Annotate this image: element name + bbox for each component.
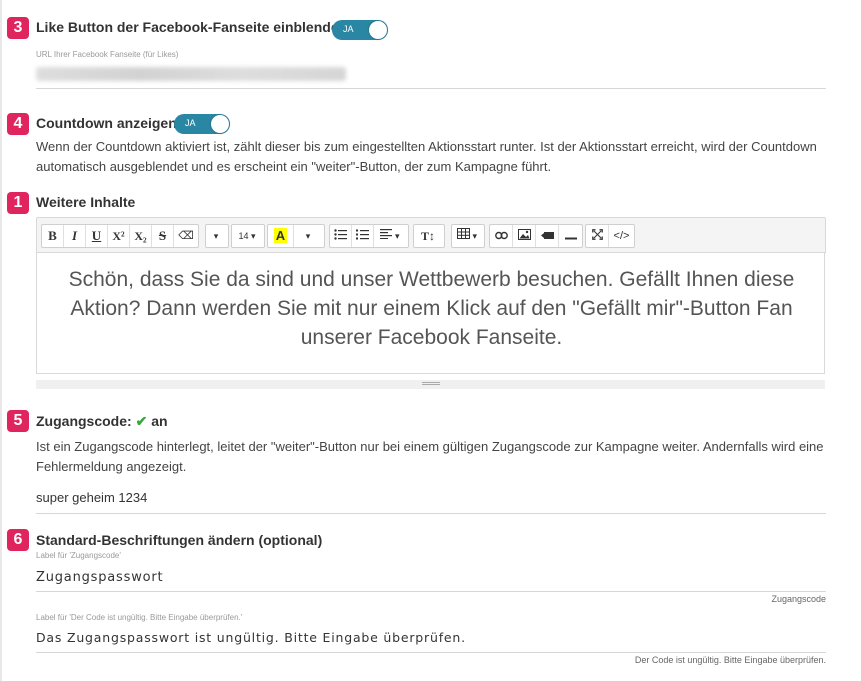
chevron-down-icon: ▾ [213,231,219,241]
invalid-code-input[interactable]: Das Zugangspasswort ist ungültig. Bitte … [36,630,466,645]
editor-toolbar: B I U X² X₂ S ⌫ ▾ 14 ▾ A ▾ ▾ T↕ ▾ </> [36,217,826,253]
font-size-icon: 14 ▾ [238,231,256,241]
rich-text-editor: B I U X² X₂ S ⌫ ▾ 14 ▾ A ▾ ▾ T↕ ▾ </> Sc… [36,217,826,389]
url-value-blurred [36,67,346,81]
strikethrough-icon[interactable]: S [152,225,174,247]
align-icon[interactable]: ▾ [374,225,406,247]
horizontal-rule-icon[interactable] [559,225,582,247]
toggle-label: JA [185,118,196,128]
ordered-list-icon[interactable] [352,225,374,247]
table-icon: ▾ [452,225,482,247]
field1-label: Label für 'Zugangscode' [36,551,121,560]
more-content-title: Weitere Inhalte [36,194,136,210]
like-toggle[interactable]: JA [332,20,388,40]
access-code-underline [36,513,826,514]
highlight-swatch: A [273,228,288,243]
underline-icon[interactable]: U [86,225,108,247]
insert-group [489,224,583,248]
editor-content-area[interactable]: Schön, dass Sie da sind und unser Wettbe… [36,252,825,374]
countdown-description: Wenn der Countdown aktiviert ist, zählt … [36,139,817,174]
url-input-underline[interactable] [36,88,826,89]
bold-icon[interactable]: B [42,225,64,247]
like-button-title: Like Button der Facebook-Fanseite einble… [36,19,348,35]
access-code-input[interactable]: super geheim 1234 [36,490,147,505]
editor-content-text: Schön, dass Sie da sind und unser Wettbe… [68,268,795,349]
table-dropdown[interactable]: ▾ [451,224,485,248]
line-height-icon: T↕ [420,229,435,243]
paragraph-group: ▾ [329,224,409,248]
superscript-icon[interactable]: X² [108,225,130,247]
link-icon[interactable] [490,225,513,247]
access-code-status: an [151,413,168,429]
code-view-icon[interactable]: </> [609,225,634,247]
access-code-description: Ist ein Zugangscode hinterlegt, leitet d… [36,439,824,474]
step-badge: 5 [7,410,29,432]
chevron-down-icon[interactable]: ▾ [294,225,322,247]
view-group: </> [585,224,635,248]
image-icon[interactable] [513,225,536,247]
field2-label: Label für 'Der Code ist ungültig. Bitte … [36,613,243,622]
color-group: A ▾ [267,224,325,248]
font-size-value: 14 [238,231,249,241]
access-code-label: Zugangscode: [36,413,132,429]
subscript-icon[interactable]: X₂ [130,225,152,247]
countdown-toggle[interactable]: JA [174,114,230,134]
toggle-knob [211,115,229,133]
toggle-knob [369,21,387,39]
access-code-title: Zugangscode: ✔ an [36,413,168,430]
fullscreen-icon[interactable] [586,225,609,247]
url-label: URL Ihrer Facebook Fanseite (für Likes) [36,50,179,59]
field1-hint: Zugangscode [771,594,826,604]
toggle-label: JA [343,24,354,34]
font-family-dropdown[interactable]: ▾ [205,224,229,248]
code-label-input[interactable]: Zugangspasswort [36,570,163,585]
invalid-code-underline [36,652,826,653]
left-border [0,0,2,681]
eraser-icon[interactable]: ⌫ [174,225,198,247]
checkmark-icon: ✔ [135,413,148,429]
code-label-underline [36,591,826,592]
text-color-icon[interactable]: A [268,225,294,247]
font-size-dropdown[interactable]: 14 ▾ [231,224,265,248]
line-height-dropdown[interactable]: T↕ [413,224,445,248]
editor-resize-handle[interactable] [36,380,825,389]
step-badge: 4 [7,113,29,135]
video-icon[interactable] [536,225,559,247]
unordered-list-icon[interactable] [330,225,352,247]
countdown-title: Countdown anzeigen [36,115,177,131]
grip-icon [422,382,440,383]
italic-icon[interactable]: I [64,225,86,247]
labels-title: Standard-Beschriftungen ändern (optional… [36,532,323,548]
step-badge: 6 [7,529,29,551]
step-badge: 1 [7,192,29,214]
format-group: B I U X² X₂ S ⌫ [41,224,199,248]
step-badge: 3 [7,17,29,39]
field2-hint: Der Code ist ungültig. Bitte Eingabe übe… [634,655,826,665]
